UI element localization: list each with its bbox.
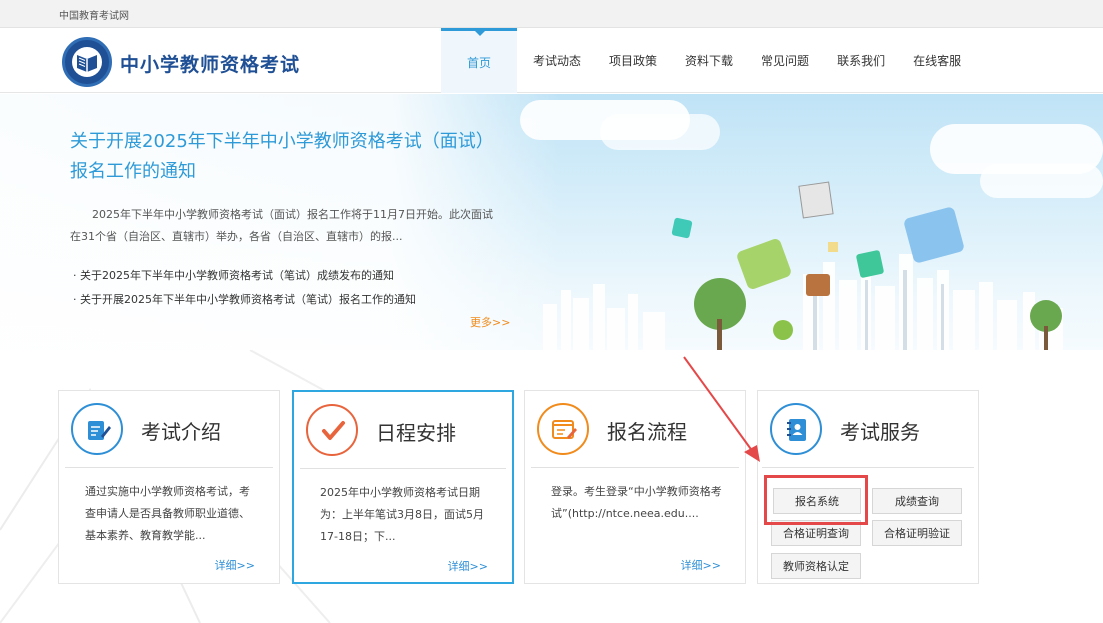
card-detail-link[interactable]: 详细>> bbox=[681, 557, 721, 573]
card-divider bbox=[762, 467, 974, 468]
card-registration-process[interactable]: 报名流程 登录。考生登录“中小学教师资格考试”(http://ntce.neea… bbox=[524, 390, 746, 584]
more-link[interactable]: 更多>> bbox=[470, 314, 510, 330]
card-title: 报名流程 bbox=[607, 420, 687, 444]
news-item[interactable]: 关于开展2025年下半年中小学教师资格考试（笔试）报名工作的通知 bbox=[73, 288, 416, 312]
browser-edit-icon bbox=[537, 403, 589, 455]
card-description: 通过实施中小学教师资格考试，考查申请人是否具备教师职业道德、基本素养、教育教学能… bbox=[85, 485, 250, 542]
highlight-box bbox=[764, 475, 868, 525]
card-description: 2025年中小学教师资格考试日期为：上半年笔试3月8日，面试5月17-18日；下… bbox=[320, 486, 484, 543]
card-detail-link[interactable]: 详细>> bbox=[215, 557, 255, 573]
card-exam-intro[interactable]: 考试介绍 通过实施中小学教师资格考试，考查申请人是否具备教师职业道德、基本素养、… bbox=[58, 390, 280, 584]
site-header: 中小学教师资格考试 首页 考试动态 项目政策 资料下载 常见问题 联系我们 在线… bbox=[0, 28, 1103, 93]
nav-faq[interactable]: 常见问题 bbox=[747, 28, 823, 93]
banner-summary: 2025年下半年中小学教师资格考试（面试）报名工作将于11月7日开始。此次面试在… bbox=[70, 208, 493, 243]
pencil-note-icon bbox=[71, 403, 123, 455]
banner-headline[interactable]: 关于开展2025年下半年中小学教师资格考试（面试）报名工作的通知 bbox=[70, 127, 490, 187]
news-list: 关于2025年下半年中小学教师资格考试（笔试）成绩发布的通知 关于开展2025年… bbox=[73, 264, 416, 312]
nav-policy[interactable]: 项目政策 bbox=[595, 28, 671, 93]
card-title: 考试介绍 bbox=[141, 420, 221, 444]
address-book-icon bbox=[770, 403, 822, 455]
card-detail-link[interactable]: 详细>> bbox=[448, 558, 488, 574]
card-title: 日程安排 bbox=[376, 421, 456, 445]
card-divider bbox=[531, 467, 739, 468]
score-query-button[interactable]: 成绩查询 bbox=[872, 488, 962, 514]
top-strip: 中国教育考试网 bbox=[0, 0, 1103, 28]
news-item[interactable]: 关于2025年下半年中小学教师资格考试（笔试）成绩发布的通知 bbox=[73, 264, 416, 288]
card-title: 考试服务 bbox=[840, 420, 920, 444]
nav-online-service[interactable]: 在线客服 bbox=[899, 28, 975, 93]
site-title[interactable]: 中小学教师资格考试 bbox=[120, 50, 300, 77]
top-strip-text[interactable]: 中国教育考试网 bbox=[59, 7, 129, 22]
site-logo[interactable] bbox=[62, 37, 112, 87]
city-illustration bbox=[543, 181, 1063, 350]
nav-contact[interactable]: 联系我们 bbox=[823, 28, 899, 93]
card-divider bbox=[300, 468, 506, 469]
check-icon bbox=[306, 404, 358, 456]
card-divider bbox=[65, 467, 273, 468]
teacher-certification-button[interactable]: 教师资格认定 bbox=[771, 553, 861, 579]
book-logo-icon bbox=[77, 55, 97, 72]
certificate-verify-button[interactable]: 合格证明验证 bbox=[872, 520, 962, 546]
nav-exam-news[interactable]: 考试动态 bbox=[517, 28, 595, 93]
card-schedule[interactable]: 日程安排 2025年中小学教师资格考试日期为：上半年笔试3月8日，面试5月17-… bbox=[292, 390, 514, 584]
hero-banner: 关于开展2025年下半年中小学教师资格考试（面试）报名工作的通知 2025年下半… bbox=[0, 94, 1103, 350]
nav-downloads[interactable]: 资料下载 bbox=[671, 28, 747, 93]
card-description: 登录。考生登录“中小学教师资格考试”(http://ntce.neea.edu.… bbox=[551, 485, 722, 520]
nav-home[interactable]: 首页 bbox=[441, 28, 517, 93]
main-nav: 首页 考试动态 项目政策 资料下载 常见问题 联系我们 在线客服 bbox=[441, 28, 975, 93]
